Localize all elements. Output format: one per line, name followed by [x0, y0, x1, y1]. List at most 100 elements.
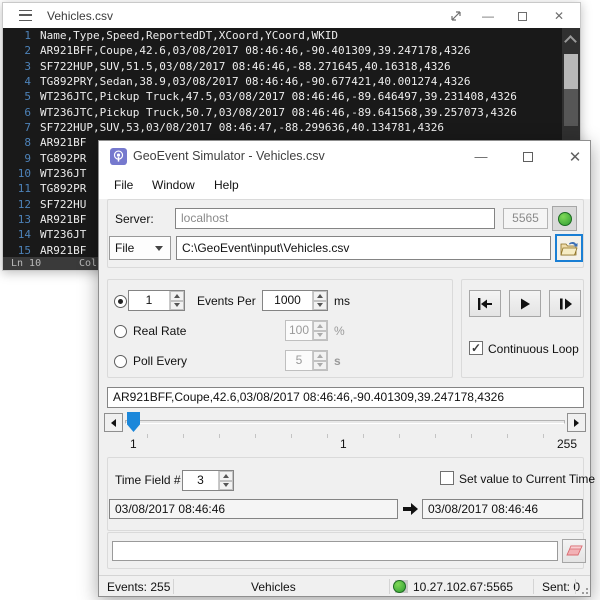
skip-to-start-button[interactable]	[469, 290, 501, 317]
editor-minimize-button[interactable]: —	[475, 6, 501, 26]
simulator-close-button[interactable]: ✕	[559, 145, 591, 168]
real-rate-spinner: 100	[285, 320, 328, 341]
resize-grip[interactable]	[578, 584, 588, 594]
poll-unit-label: s	[334, 354, 341, 368]
poll-every-label: Poll Every	[133, 354, 187, 368]
real-rate-radio[interactable]	[114, 325, 127, 338]
source-type-dropdown[interactable]: File	[109, 236, 171, 260]
line-text: SF722HUP,SUV,53,03/08/2017 08:46:47,-88.…	[40, 120, 444, 135]
scrollbar-thumb[interactable]	[564, 54, 578, 89]
editor-titlebar[interactable]: Vehicles.csv — ✕	[3, 3, 580, 28]
maximize-icon	[518, 12, 527, 21]
connected-status-icon	[558, 212, 572, 226]
connection-group: Server: localhost 5565 File C:\GeoEvent\…	[107, 199, 584, 268]
time-field-spinner[interactable]: 3	[182, 470, 234, 491]
line-text: TG892PRY,Sedan,38.9,03/08/2017 08:46:46,…	[40, 74, 470, 89]
expand-icon[interactable]	[443, 6, 469, 26]
line-indicator: Ln 10	[11, 257, 41, 270]
simulator-titlebar[interactable]: GeoEvent Simulator - Vehicles.csv — ✕	[99, 141, 590, 172]
events-per-radio[interactable]	[114, 295, 127, 308]
server-host-input[interactable]: localhost	[175, 208, 495, 229]
maximize-icon	[523, 152, 533, 162]
slider-max-label: 255	[557, 437, 577, 451]
spin-down-button[interactable]	[313, 301, 327, 311]
spin-up-button[interactable]	[313, 291, 327, 301]
menu-help[interactable]: Help	[214, 178, 239, 192]
clear-button[interactable]	[562, 539, 586, 563]
line-text: WT236JTC,Pickup Truck,47.5,03/08/2017 08…	[40, 89, 517, 104]
continuous-loop-checkbox[interactable]: ✓	[469, 341, 483, 355]
eraser-icon	[566, 545, 583, 557]
slider-left-button[interactable]	[104, 413, 123, 432]
line-number: 5	[3, 89, 31, 104]
line-number: 8	[3, 135, 31, 150]
real-rate-unit-label: %	[334, 324, 345, 338]
line-text: SF722HU	[40, 197, 86, 212]
step-forward-icon	[558, 297, 573, 311]
interval-spinner[interactable]: 1000	[262, 290, 328, 311]
progress-group	[107, 532, 584, 569]
events-count-status: Events: 255	[107, 580, 170, 594]
simulator-maximize-button[interactable]	[512, 145, 544, 168]
editor-line: 2AR921BFF,Coupe,42.6,03/08/2017 08:46:46…	[3, 43, 564, 58]
line-text: SF722HUP,SUV,51.5,03/08/2017 08:46:46,-8…	[40, 59, 451, 74]
spin-up-button[interactable]	[170, 291, 184, 301]
time-field-label: Time Field #	[115, 473, 181, 487]
line-text: AR921BF	[40, 212, 86, 227]
scrollbar-track[interactable]	[564, 89, 578, 126]
real-rate-value: 100	[286, 321, 312, 340]
spinner-buttons	[312, 291, 327, 310]
play-button[interactable]	[509, 290, 541, 317]
slider-right-button[interactable]	[567, 413, 586, 432]
slider-thumb[interactable]	[127, 412, 140, 432]
spin-down-button[interactable]	[170, 301, 184, 311]
source-type-value: File	[115, 241, 134, 255]
editor-window-title: Vehicles.csv	[47, 9, 113, 23]
play-icon	[518, 297, 532, 311]
menu-file[interactable]: File	[114, 178, 133, 192]
editor-close-button[interactable]: ✕	[546, 6, 572, 26]
editor-line: 1Name,Type,Speed,ReportedDT,XCoord,YCoor…	[3, 28, 564, 43]
editor-line: 4 TG892PRY,Sedan,38.9,03/08/2017 08:46:46…	[3, 74, 564, 89]
slider-ticks	[147, 434, 567, 438]
line-number: 6	[3, 105, 31, 120]
desktop: Vehicles.csv — ✕ 1Name,Type,Speed,Report…	[0, 0, 600, 600]
line-text: TG892PR	[40, 151, 86, 166]
line-number: 11	[3, 181, 31, 196]
poll-every-radio[interactable]	[114, 355, 127, 368]
step-button[interactable]	[549, 290, 581, 317]
editor-maximize-button[interactable]	[509, 6, 535, 26]
scroll-up-icon[interactable]	[566, 34, 575, 43]
file-path-input[interactable]: C:\GeoEvent\input\Vehicles.csv	[176, 236, 551, 260]
line-number: 4	[3, 74, 31, 89]
line-number: 10	[3, 166, 31, 181]
time-from-field[interactable]: 03/08/2017 08:46:46	[109, 499, 398, 519]
line-number: 14	[3, 227, 31, 242]
line-number: 9	[3, 151, 31, 166]
set-current-time-label: Set value to Current Time	[459, 472, 595, 486]
server-port-input[interactable]: 5565	[503, 208, 548, 229]
events-count-spinner[interactable]: 1	[128, 290, 185, 311]
time-to-field[interactable]: 03/08/2017 08:46:46	[422, 499, 583, 519]
spin-up-button[interactable]	[219, 471, 233, 481]
spin-down-button	[313, 361, 327, 371]
set-current-time-checkbox[interactable]	[440, 471, 454, 485]
poll-spinner: 5	[285, 350, 328, 371]
hamburger-menu-icon[interactable]	[19, 10, 32, 21]
menu-window[interactable]: Window	[152, 178, 195, 192]
layer-name-status: Vehicles	[251, 580, 296, 594]
slider-track[interactable]	[125, 420, 565, 424]
connect-button[interactable]	[552, 206, 577, 231]
time-field-value: 3	[183, 471, 218, 490]
spin-down-button[interactable]	[219, 481, 233, 491]
spinner-buttons	[169, 291, 184, 310]
line-number: 13	[3, 212, 31, 227]
browse-file-button[interactable]	[555, 234, 583, 262]
line-text: Name,Type,Speed,ReportedDT,XCoord,YCoord…	[40, 28, 338, 43]
current-event-field[interactable]: AR921BFF,Coupe,42.6,03/08/2017 08:46:46,…	[107, 387, 584, 408]
slider-current-label: 1	[340, 437, 347, 451]
interval-unit-label: ms	[334, 294, 350, 308]
simulator-minimize-button[interactable]: —	[465, 145, 497, 168]
spin-up-button	[313, 321, 327, 331]
spinner-buttons	[312, 321, 327, 340]
